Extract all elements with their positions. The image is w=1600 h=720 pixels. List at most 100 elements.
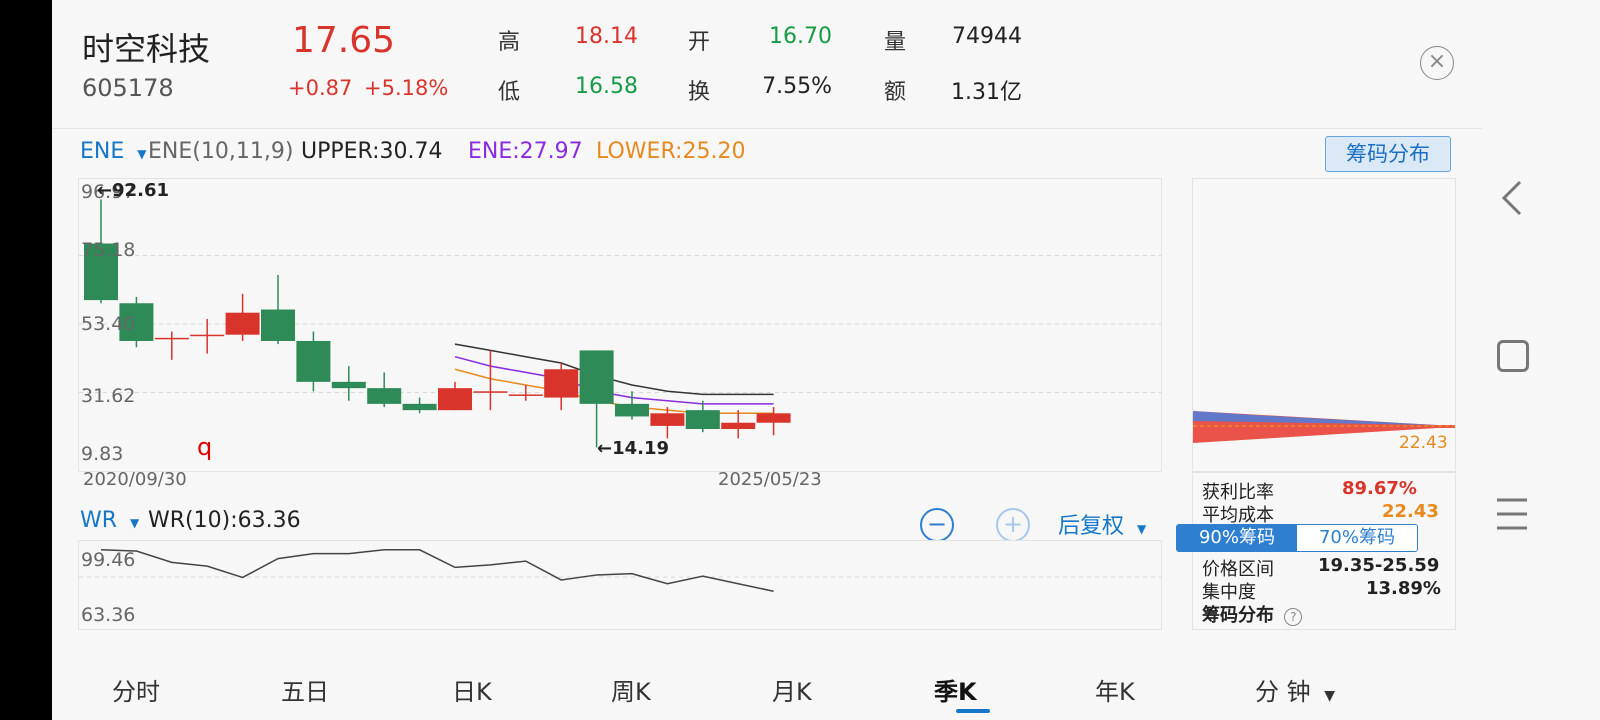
tab-70-chips[interactable]: 70%筹码 [1297, 525, 1417, 551]
wr-chart[interactable]: 99.46 63.36 [78, 540, 1162, 630]
candle-body [331, 381, 366, 389]
wr-selector-label: WR [80, 508, 118, 533]
current-price: 17.65 [292, 20, 396, 61]
candle-body [367, 388, 402, 404]
kline-chart[interactable]: 96.97 75.18 53.40 31.62 9.83 ←92.61 ←14.… [78, 178, 1162, 490]
end-date: 2025/05/23 [718, 469, 822, 490]
chip-distribution-chart: 22.43 [1192, 178, 1456, 472]
candle-body [402, 403, 437, 411]
max-price-value: 92.61 [112, 180, 170, 201]
candle-body [473, 391, 508, 393]
turnover-value: 7.55% [762, 74, 832, 99]
candle-body [296, 340, 331, 382]
stock-name: 时空科技 [82, 30, 211, 68]
chip-range-tabs: 90%筹码 70%筹码 [1176, 524, 1418, 552]
wr-selector[interactable]: WR ▼ [80, 508, 139, 533]
candle-body [650, 413, 685, 426]
recent-apps-icon[interactable] [1496, 497, 1528, 531]
caret-down-icon: ▼ [137, 147, 147, 161]
indicator-selector-label: ENE [80, 139, 125, 164]
candle-body [685, 410, 720, 430]
open-label: 开 [688, 30, 711, 55]
tab-yearly[interactable]: 年K [1095, 672, 1135, 707]
tab-90-chips[interactable]: 90%筹码 [1177, 525, 1297, 551]
candle-body [154, 337, 189, 340]
open-value: 16.70 [769, 24, 832, 49]
tab-quarterly[interactable]: 季K [934, 672, 977, 707]
indicator-selector[interactable]: ENE ▼ [80, 139, 147, 164]
price-change: +0.87 [288, 76, 353, 100]
start-date: 2020/09/30 [83, 469, 187, 490]
wr-value: WR(10):63.36 [148, 508, 301, 533]
avg-cost-value: 22.43 [1382, 501, 1439, 522]
candle-body [544, 369, 579, 398]
tab-minute-label: 分 钟 [1255, 678, 1311, 706]
adjust-selector[interactable]: 后复权 ▼ [1058, 508, 1146, 540]
concentration-value: 13.89% [1366, 578, 1441, 599]
help-icon[interactable]: ? [1284, 608, 1303, 626]
y-label-5: 9.83 [81, 443, 124, 465]
candle-body [756, 413, 791, 423]
indicator-params: ENE(10,11,9) [148, 139, 294, 164]
back-icon[interactable] [1500, 180, 1524, 216]
header-divider [52, 128, 1482, 129]
turnover-label: 换 [688, 80, 711, 105]
candle-body [225, 312, 260, 335]
active-tab-indicator [956, 709, 990, 713]
chip-avg-price: 22.43 [1399, 433, 1448, 453]
min-price-value: 14.19 [612, 438, 670, 459]
max-price-label: ←92.61 [97, 180, 170, 201]
caret-down-icon: ▼ [1324, 688, 1336, 704]
y-label-3: 53.40 [81, 313, 136, 335]
amount-value: 1.31亿 [951, 80, 1022, 105]
adjust-label: 后复权 [1058, 514, 1125, 539]
tab-five-day[interactable]: 五日 [281, 672, 329, 707]
volume-value: 74944 [952, 24, 1022, 49]
ene-mid-value: ENE:27.97 [468, 139, 583, 164]
zoom-in-button[interactable]: + [996, 508, 1030, 542]
y-label-2: 75.18 [81, 239, 136, 261]
wr-svg [79, 549, 1161, 593]
price-range-value: 19.35-25.59 [1318, 555, 1440, 576]
candle-body [190, 334, 225, 337]
candle-body [508, 394, 543, 396]
low-label: 低 [498, 80, 521, 105]
min-price-label: ←14.19 [597, 438, 670, 459]
y-label-4: 31.62 [81, 385, 136, 407]
caret-down-icon: ▼ [1137, 522, 1147, 536]
tab-daily[interactable]: 日K [452, 672, 492, 707]
low-value: 16.58 [575, 74, 638, 99]
wr-y-label-1: 99.46 [81, 549, 136, 571]
high-value: 18.14 [575, 24, 638, 49]
tab-minute[interactable]: 分 钟 ▼ [1255, 672, 1335, 707]
candle-body [438, 388, 472, 411]
profit-ratio-value: 89.67% [1342, 478, 1417, 499]
wr-y-label-2: 63.36 [81, 604, 136, 626]
close-button[interactable]: × [1420, 46, 1454, 80]
candle-body [261, 309, 295, 341]
zoom-out-button[interactable]: − [920, 508, 954, 542]
chip-footer-label: 筹码分布 [1202, 605, 1274, 626]
minus-icon: − [926, 510, 948, 538]
wr-series-line [100, 549, 774, 593]
chip-distribution-button[interactable]: 筹码分布 [1325, 136, 1451, 172]
ene-upper-line [454, 343, 774, 396]
candle-body [615, 403, 649, 417]
ene-upper-value: UPPER:30.74 [301, 139, 443, 164]
tab-intraday[interactable]: 分时 [112, 672, 160, 707]
caret-down-icon: ▼ [130, 516, 140, 530]
stock-code: 605178 [82, 74, 174, 102]
chip-svg [1193, 411, 1455, 443]
tab-weekly[interactable]: 周K [611, 672, 651, 707]
ene-lower-value: LOWER:25.20 [596, 139, 746, 164]
price-change-pct: +5.18% [364, 76, 449, 100]
chip-footer: 筹码分布 ? [1202, 601, 1303, 627]
marker-q: q [197, 433, 213, 461]
candle-body [721, 422, 756, 430]
app-screen: 时空科技 605178 17.65 +0.87 +5.18% 高 18.14 开… [52, 0, 1600, 720]
close-icon: × [1427, 49, 1447, 74]
plus-icon: + [1002, 510, 1024, 538]
home-icon[interactable] [1497, 340, 1529, 372]
tab-monthly[interactable]: 月K [772, 672, 812, 707]
candle-body [579, 350, 614, 404]
